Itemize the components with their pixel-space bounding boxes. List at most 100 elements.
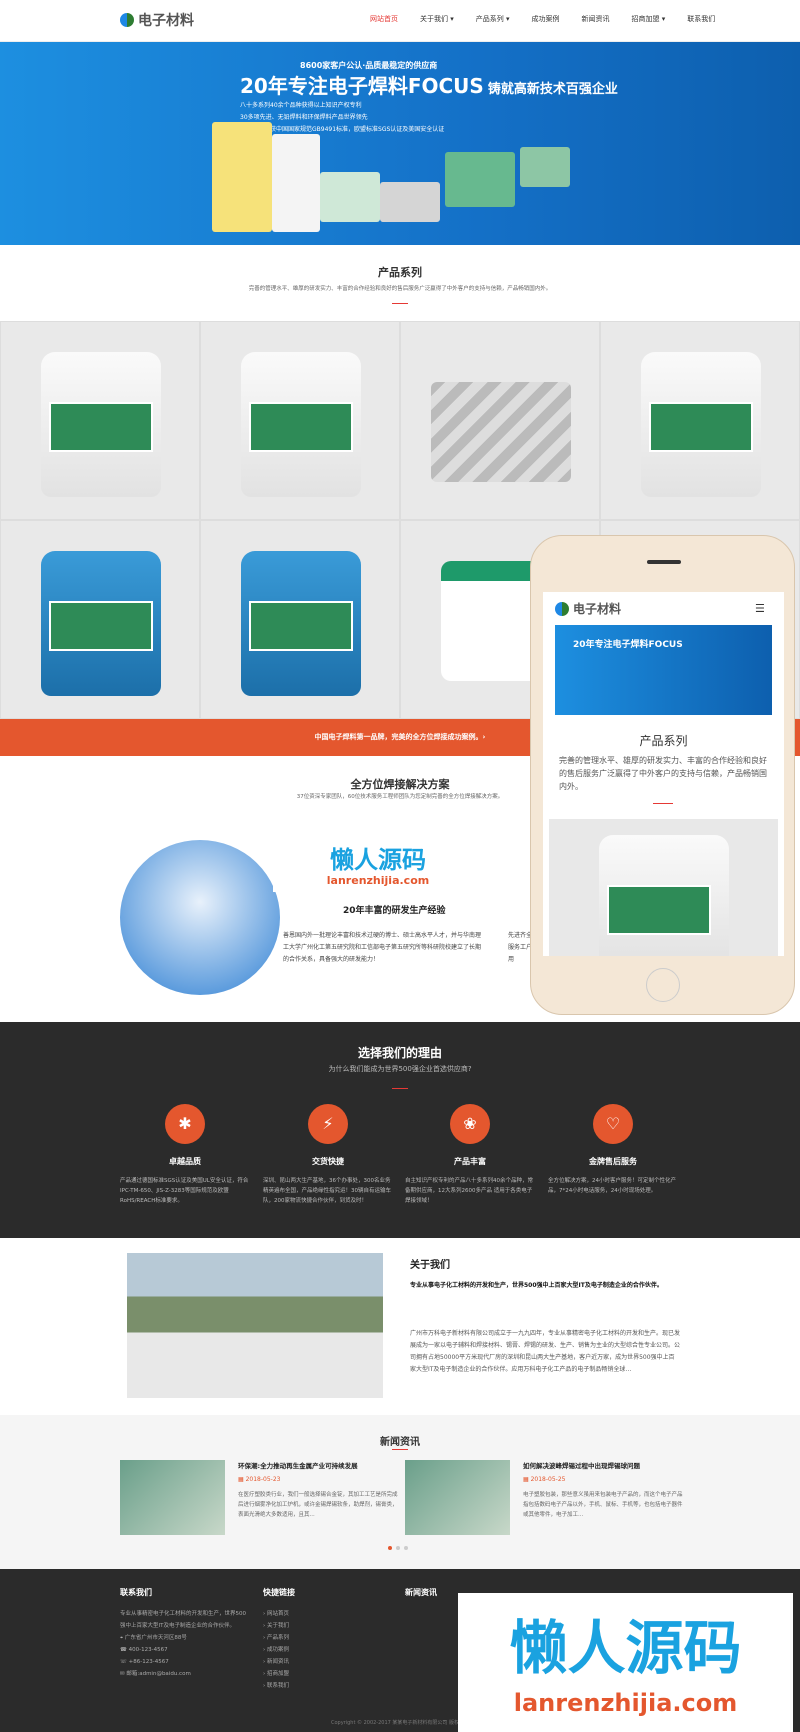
footer-link-label: 联系我们 [266,1683,289,1689]
news-excerpt: 在医疗塑胶类行业，我们一般选择锡合金锭，其加工工艺是所完成后进行烟雾净化加工炉机… [238,1492,398,1518]
footer-link[interactable]: › 网站首页 [263,1608,393,1620]
hero-banner[interactable]: 8600家客户公认·品质最稳定的供应商 20年专注电子焊料FOCUS 铸就高新技术… [0,42,800,245]
about-text: 广州市万科电子新材料有限公司成立于一九九四年，专业从事精密电子化工材料的开发和生… [410,1330,681,1373]
nav-item-products-label: 产品系列 [475,15,504,23]
why-accent-line [392,1088,408,1089]
nav-item-about[interactable]: 关于我们 ▾ [420,14,454,24]
news-date: ▦ 2018-05-23 [238,1476,280,1483]
feature-desc: 深圳、昆山两大生产基地，36个办事处，300名业务精英遍布全国，产品绝缘性指究运… [263,1178,392,1204]
footer-link[interactable]: › 招商加盟 [263,1668,393,1680]
logo-icon [555,601,569,616]
about-lead: 专业从事电子化工材料的开发和生产，世界500强中上百家大型IT及电子制造企业的合… [410,1282,663,1289]
footer-link[interactable]: › 新闻资讯 [263,1656,393,1668]
news-excerpt: 电子塑胶包装，那些意义虽用来包装电子产品的，而这个电子产品指包括数码电子产品以外… [523,1492,683,1518]
hero-product-board [445,152,515,207]
hero-point: 八十多系列40余个品种获得以上知识产权专利 [240,102,362,109]
product-label-graphic [607,885,711,935]
hero-product-photo [520,147,570,187]
news-headline[interactable]: 如何解决波峰焊锡过程中出现焊锡球问题 [523,1460,683,1470]
product-label-graphic [649,402,753,452]
footer-link-label: 成功案例 [266,1647,289,1653]
footer-email: 邮箱:admin@baidu.com [126,1671,191,1677]
product-image [431,382,571,482]
phone-products-desc: 完善的管理水平、雄厚的研发实力、丰富的合作经验和良好的售后服务广泛赢得了中外客户… [559,756,767,791]
product-image [41,551,161,696]
footer-link[interactable]: › 关于我们 [263,1620,393,1632]
hero-product-jug [212,122,272,232]
feature-desc: 产品通过德国标准SGS认证及美国UL安全认证，符合IPC-TM-650、JIS-… [120,1178,249,1204]
nav-item-cases[interactable]: 成功案例 [532,14,560,24]
footer-contact: 联系我们 专业从事精密电子化工材料的开发和生产，世界500强中上百家大型IT及电… [120,1587,250,1680]
footer-link-label: 产品系列 [266,1635,289,1641]
product-label-graphic [249,402,353,452]
footer-link-label: 关于我们 [266,1623,289,1629]
nav-item-home[interactable]: 网站首页 [370,14,398,24]
feature-name: 金牌售后服务 [589,1157,637,1166]
footer-link[interactable]: › 联系我们 [263,1680,393,1692]
hero-product-spools [380,182,440,222]
watermark-logo: 懒人源码 lanrenzhijia.com [273,840,483,892]
factory-image [127,1253,383,1398]
nav-item-products[interactable]: 产品系列 ▾ [476,14,510,24]
news-thumbnail [405,1460,510,1535]
watermark-cn: 懒人源码 [330,846,426,874]
hero-title-main: 20年专注电子焊料FOCUS [240,74,484,98]
product-card[interactable] [0,321,200,520]
hamburger-menu-icon[interactable]: ☰ [755,602,765,615]
phone-mockup: 电子材料 ☰ 20年专注电子焊料FOCUS 产品系列 完善的管理水平、雄厚的研发… [530,535,795,1015]
footer-link[interactable]: › 成功案例 [263,1644,393,1656]
product-label-graphic [249,601,353,651]
nav-item-join[interactable]: 招商加盟 ▾ [632,14,666,24]
footer-link[interactable]: › 产品系列 [263,1632,393,1644]
mobile-icon: ☏ [120,1659,129,1665]
carousel-dots [388,1546,408,1550]
calendar-icon: ▦ [238,1476,246,1483]
product-card[interactable] [600,321,800,520]
footer-mobile: +86-123-4567 [128,1659,169,1665]
why-subtitle: 为什么我们能成为世界500强企业首选供应商? [328,1065,472,1073]
phone-icon: ☎ [120,1647,129,1653]
product-card[interactable] [200,520,400,719]
phone-product-image [549,819,778,956]
feature-name: 产品丰富 [454,1157,486,1166]
top-nav: 电子材料 网站首页 关于我们 ▾ 产品系列 ▾ 成功案例 新闻资讯 招商加盟 ▾… [0,0,800,42]
hero-title-tail: 铸就高新技术百强企业 [487,82,618,97]
product-card[interactable] [200,321,400,520]
hero-title: 20年专注电子焊料FOCUS 铸就高新技术百强企业 [240,70,618,99]
watermark-logo-large: 懒人源码 lanrenzhijia.com [458,1593,793,1732]
nav-item-contact[interactable]: 联系我们 [687,14,715,24]
carousel-dot[interactable] [388,1546,392,1550]
news-date-value: 2018-05-23 [245,1476,281,1483]
experience-title: 20年丰富的研发生产经验 [343,906,446,916]
watermark-en: lanrenzhijia.com [513,1689,738,1717]
products-title: 产品系列 [378,266,422,279]
flower-icon: ❀ [450,1104,490,1144]
phone-screen: 电子材料 ☰ 20年专注电子焊料FOCUS 产品系列 完善的管理水平、雄厚的研发… [543,592,784,956]
feature-name: 卓越品质 [169,1157,201,1166]
experience-text: 善恩国内外一批理论丰富和技术过硬的博士、硕士高水平人才，并与华南理工大学广州化工… [283,932,482,963]
carousel-dot[interactable] [404,1546,408,1550]
quality-icon: ✱ [165,1104,205,1144]
product-image [41,352,161,497]
nav-item-news[interactable]: 新闻资讯 [582,14,610,24]
carousel-dot[interactable] [396,1546,400,1550]
product-image [599,835,729,956]
news-headline[interactable]: 环保潮:全力推动再生金属产业可持续发展 [238,1460,398,1470]
why-title: 选择我们的理由 [357,1046,442,1060]
watermark-cn: 懒人源码 [509,1614,742,1682]
product-image [241,551,361,696]
product-card[interactable] [0,520,200,719]
news-date: ▦ 2018-05-25 [523,1476,565,1483]
hero-product-jug [272,134,320,232]
product-card[interactable] [400,321,600,520]
feature-desc: 自主知识产权专利的产品八十多系列40余个品种，常备期供应商，12大系列2600多… [405,1178,534,1204]
product-label-graphic [49,402,153,452]
news-title: 新闻资讯 [380,1437,420,1448]
products-accent-line [392,303,408,304]
footer-phone: 400-123-4567 [128,1647,168,1653]
site-logo[interactable]: 电子材料 [120,10,194,30]
news-item[interactable]: 环保潮:全力推动再生金属产业可持续发展 ▦ 2018-05-23 在医疗塑胶类行… [120,1460,398,1538]
phone-speaker [647,560,681,564]
news-item[interactable]: 如何解决波峰焊锡过程中出现焊锡球问题 ▦ 2018-05-25 电子塑胶包装，那… [405,1460,683,1538]
about-title: 关于我们 [410,1260,450,1271]
